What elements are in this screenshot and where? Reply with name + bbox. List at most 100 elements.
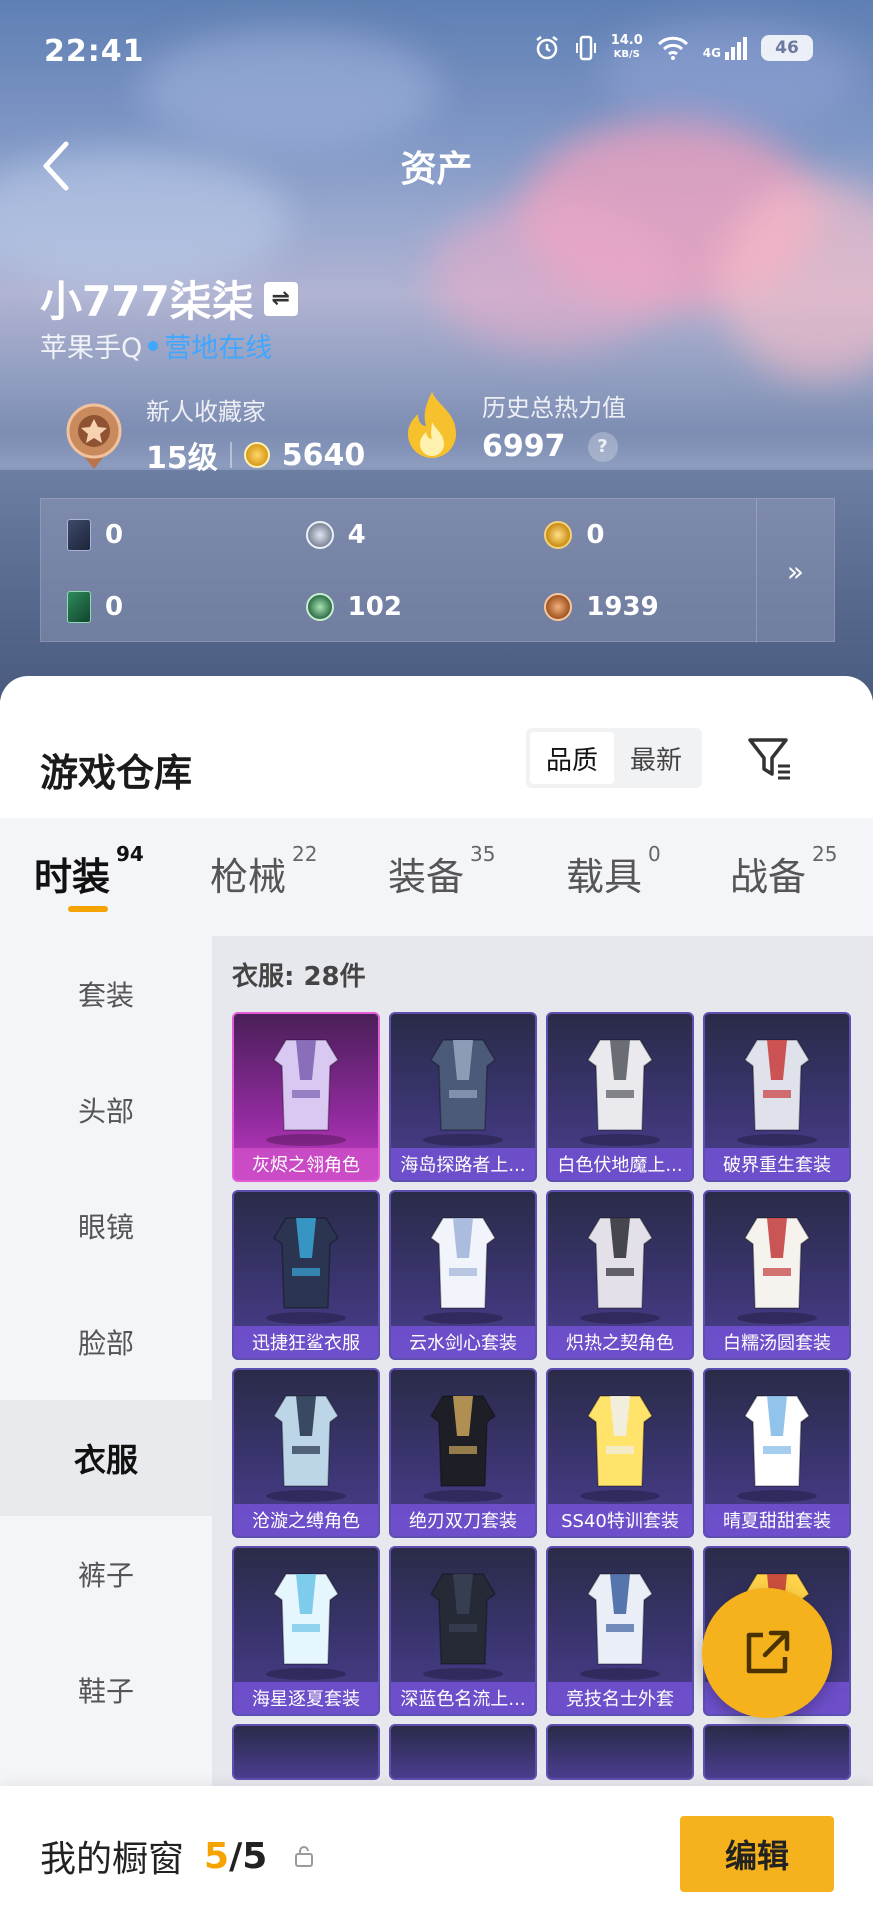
green-card-icon xyxy=(67,591,91,623)
tab-guns[interactable]: 枪械22 xyxy=(210,842,317,901)
grid-count-header: 衣服: 28件 xyxy=(232,962,366,992)
heat-label: 历史总热力值 xyxy=(482,394,626,422)
switch-account-icon[interactable]: ⇌ xyxy=(263,281,298,316)
clothing-item[interactable]: 深蓝色名流上... xyxy=(389,1546,537,1716)
item-thumbnail xyxy=(423,1573,503,1680)
sort-newest-button[interactable]: 最新 xyxy=(614,732,698,784)
item-label: 绝刃双刀套装 xyxy=(391,1504,535,1536)
currency-value: 102 xyxy=(347,592,402,622)
clothing-item[interactable] xyxy=(546,1724,694,1780)
tab-count: 0 xyxy=(648,842,661,866)
tab-combat-gear[interactable]: 战备25 xyxy=(730,842,837,901)
tab-count: 94 xyxy=(116,842,144,866)
status-time: 22:41 xyxy=(44,34,145,69)
item-thumbnail xyxy=(737,1217,817,1324)
edit-button[interactable]: 编辑 xyxy=(680,1816,834,1892)
platform-label: 苹果手Q xyxy=(40,333,143,364)
item-label: 深蓝色名流上... xyxy=(391,1682,535,1714)
item-label: 云水剑心套装 xyxy=(391,1326,535,1358)
clothing-item[interactable]: 白色伏地魔上... xyxy=(546,1012,694,1182)
item-thumbnail xyxy=(266,1573,346,1680)
clothing-item[interactable]: 迅捷狂鲨衣服 xyxy=(232,1190,380,1360)
net-speed: 14.0 KB/S xyxy=(611,34,643,62)
clothing-item[interactable]: 云水剑心套装 xyxy=(389,1190,537,1360)
tab-label: 枪械 xyxy=(210,855,287,899)
sidebar-item-suits[interactable]: 套装 xyxy=(0,936,212,1052)
clothing-item[interactable] xyxy=(703,1724,851,1780)
clothing-item[interactable]: 炽热之契角色 xyxy=(546,1190,694,1360)
collector-title: 新人收藏家 xyxy=(146,398,266,426)
item-thumbnail xyxy=(423,1395,503,1502)
clothing-item[interactable] xyxy=(232,1724,380,1780)
clothing-item[interactable]: 竞技名士外套 xyxy=(546,1546,694,1716)
sidebar-item-clothes[interactable]: 衣服 xyxy=(0,1400,212,1516)
tab-vehicles[interactable]: 载具0 xyxy=(566,842,661,901)
vibrate-icon xyxy=(575,35,596,61)
sidebar-item-pants[interactable]: 裤子 xyxy=(0,1516,212,1632)
item-grid-panel: 衣服: 28件 灰烬之翎角色 海岛探路者上... 白色伏地魔上... 破界重生套装迅捷… xyxy=(212,936,873,1920)
alarm-icon xyxy=(535,36,558,60)
clothing-item[interactable]: 沧漩之缚角色 xyxy=(232,1368,380,1538)
item-thumbnail xyxy=(737,1039,817,1146)
online-status: 营地在线 xyxy=(164,333,273,364)
clothing-item[interactable]: SS40特训套装 xyxy=(546,1368,694,1538)
currency-item: 0 xyxy=(518,499,757,571)
divider xyxy=(229,442,232,468)
clothing-item[interactable]: 晴夏甜甜套装 xyxy=(703,1368,851,1538)
item-label: 海星逐夏套装 xyxy=(234,1682,378,1714)
lock-icon[interactable] xyxy=(293,1844,315,1868)
collector-badge-icon xyxy=(66,403,122,469)
item-thumbnail xyxy=(580,1395,660,1502)
share-button[interactable] xyxy=(702,1588,832,1718)
item-label: 竞技名士外套 xyxy=(548,1682,692,1714)
collector-coin-icon xyxy=(243,442,270,468)
tab-equipment[interactable]: 装备35 xyxy=(388,842,495,901)
item-thumbnail xyxy=(266,1395,346,1502)
profile-hero: 22:41 14.0 KB/S 4G 46 资产 小777柒柒 ⇌ 苹果手Q 营… xyxy=(0,0,873,700)
subcategory-sidebar: 套装 头部 眼镜 脸部 衣服 裤子 鞋子 xyxy=(0,936,212,1920)
clothing-item[interactable] xyxy=(389,1724,537,1780)
showcase-used: 5 xyxy=(204,1835,230,1877)
showcase-label: 我的橱窗 xyxy=(40,1839,185,1880)
tab-fashion[interactable]: 时装94 xyxy=(34,842,144,901)
help-icon[interactable]: ? xyxy=(587,431,618,462)
username: 小777柒柒 xyxy=(40,277,254,326)
currency-more-button[interactable]: » xyxy=(756,499,834,643)
item-label: 晴夏甜甜套装 xyxy=(705,1504,849,1536)
item-label: 白色伏地魔上... xyxy=(548,1148,692,1180)
silver-coin-icon xyxy=(305,521,334,549)
sidebar-item-glasses[interactable]: 眼镜 xyxy=(0,1168,212,1284)
clothing-item[interactable]: 破界重生套装 xyxy=(703,1012,851,1182)
collector-rank[interactable]: 新人收藏家 15级 5640 xyxy=(60,392,365,477)
currency-item: 0 xyxy=(41,499,280,571)
sidebar-item-face[interactable]: 脸部 xyxy=(0,1284,212,1400)
currency-item: 102 xyxy=(280,571,519,643)
bronze-coin-icon xyxy=(544,593,573,621)
collector-level: 15级 xyxy=(146,441,218,476)
item-thumbnail xyxy=(580,1573,660,1680)
clothing-item[interactable]: 灰烬之翎角色 xyxy=(232,1012,380,1182)
active-tab-indicator xyxy=(68,906,108,912)
sort-quality-button[interactable]: 品质 xyxy=(530,732,614,784)
wifi-icon xyxy=(657,36,688,60)
net-speed-unit: KB/S xyxy=(613,49,640,60)
online-dot-icon xyxy=(148,340,159,351)
clothing-item[interactable]: 白糯汤圆套装 xyxy=(703,1190,851,1360)
status-bar: 22:41 14.0 KB/S 4G 46 xyxy=(0,0,873,100)
warehouse-title: 游戏仓库 xyxy=(40,751,193,795)
item-label: SS40特训套装 xyxy=(548,1504,692,1536)
battery-icon: 46 xyxy=(761,35,813,61)
sort-toggle: 品质 最新 xyxy=(526,728,702,788)
tab-label: 载具 xyxy=(566,855,643,899)
filter-icon[interactable] xyxy=(744,732,796,784)
currency-item: 4 xyxy=(280,499,519,571)
sidebar-item-head[interactable]: 头部 xyxy=(0,1052,212,1168)
clothing-item[interactable]: 海岛探路者上... xyxy=(389,1012,537,1182)
item-label: 沧漩之缚角色 xyxy=(234,1504,378,1536)
sidebar-item-shoes[interactable]: 鞋子 xyxy=(0,1632,212,1748)
showcase-bar: 我的橱窗 5/5 编辑 xyxy=(0,1786,873,1920)
heat-value: 6997 xyxy=(482,429,566,464)
clothing-item[interactable]: 海星逐夏套装 xyxy=(232,1546,380,1716)
clothing-item[interactable]: 绝刃双刀套装 xyxy=(389,1368,537,1538)
tab-label: 战备 xyxy=(730,855,807,899)
